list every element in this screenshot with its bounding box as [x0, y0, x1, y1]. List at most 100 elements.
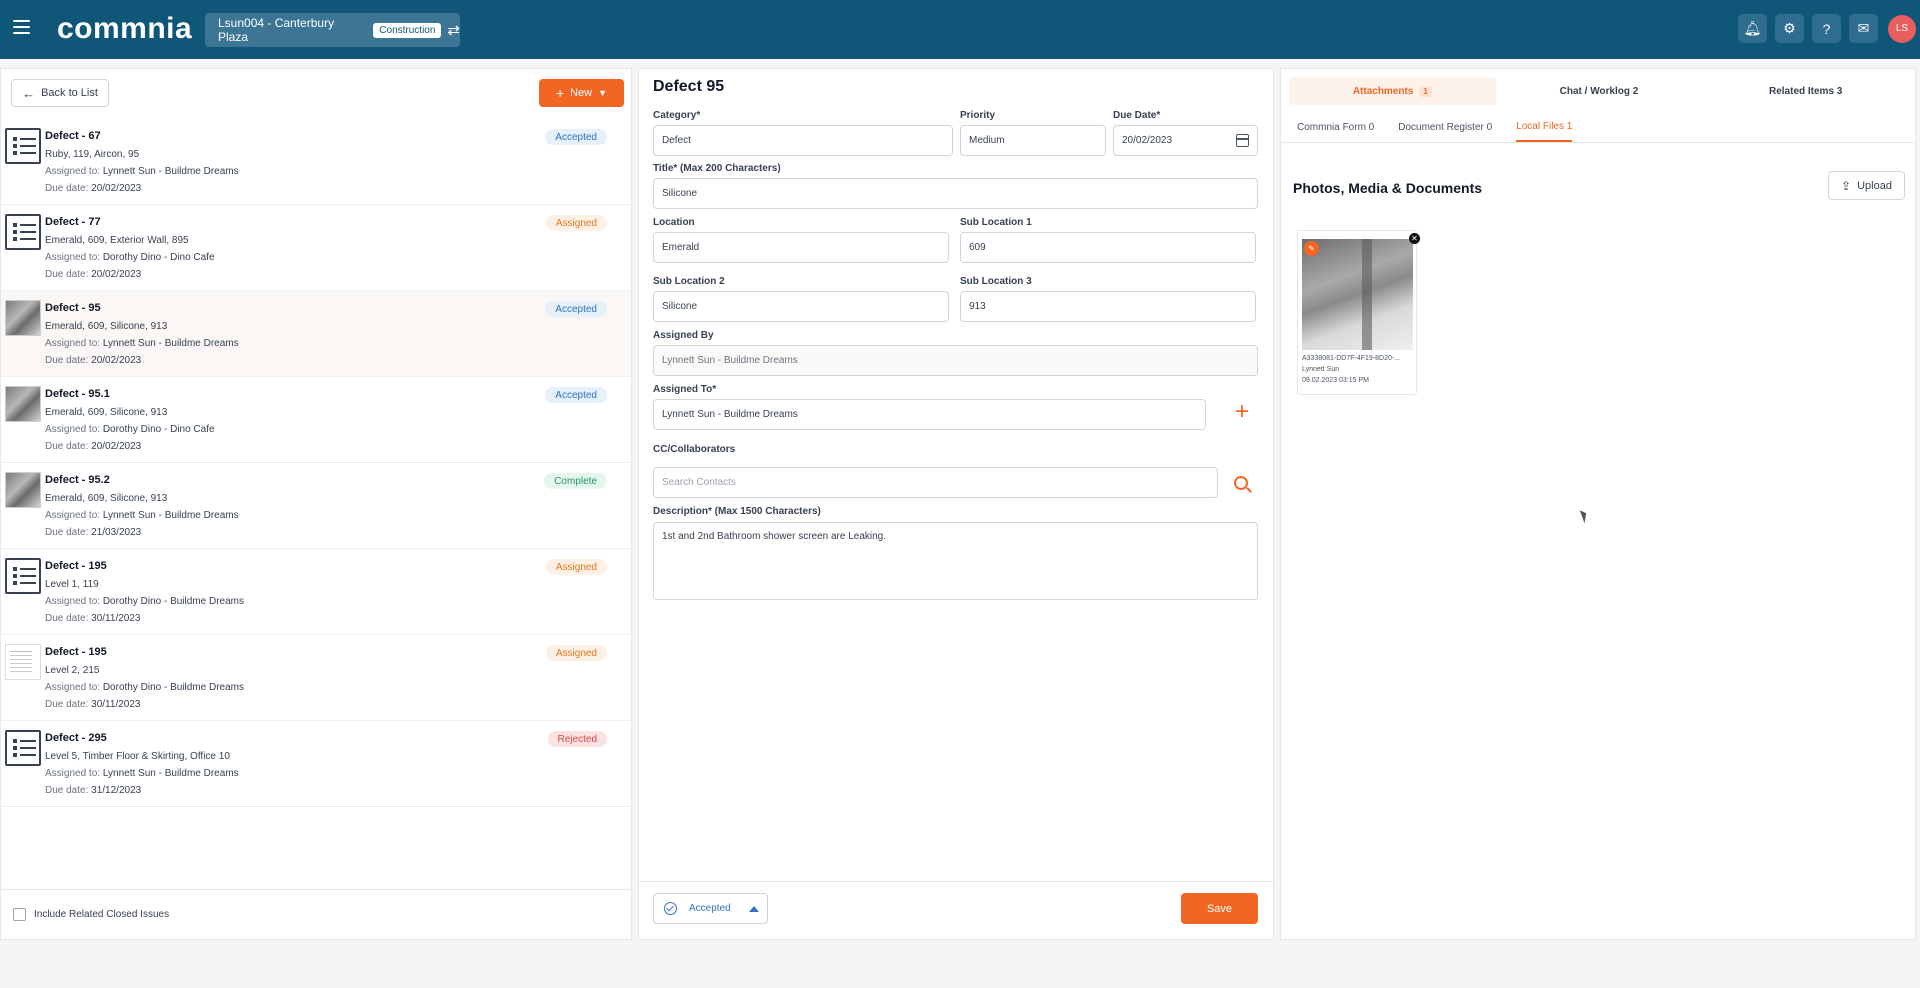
location-select[interactable]: Emerald	[653, 232, 949, 263]
app-header: commnia Lsun004 - Canterbury Plaza Const…	[0, 0, 1920, 59]
calendar-icon[interactable]	[1236, 134, 1249, 147]
issue-row[interactable]: Defect - 195 Level 1, 119 Assigned to: D…	[1, 549, 631, 635]
issue-due: Due date: 30/11/2023	[45, 699, 141, 710]
back-to-list-button[interactable]: ← Back to List	[11, 79, 109, 107]
sub-location-3-select[interactable]: 913	[960, 291, 1256, 322]
sub-location-3-label: Sub Location 3	[960, 276, 1032, 287]
swap-project-icon[interactable]: ⇄	[447, 21, 460, 39]
issue-location: Emerald, 609, Silicone, 913	[45, 321, 168, 332]
detail-tabs: Attachments 1 Chat / Worklog 2 Related I…	[1289, 77, 1909, 105]
form-footer: Accepted Save	[639, 881, 1273, 939]
issue-assigned: Assigned to: Lynnett Sun - Buildme Dream…	[45, 768, 239, 779]
tab-attachments[interactable]: Attachments 1	[1289, 77, 1496, 105]
issue-photo-thumbnail	[5, 472, 41, 508]
status-badge: Accepted	[545, 129, 607, 145]
priority-label: Priority	[960, 110, 996, 121]
status-badge: Complete	[544, 473, 607, 489]
attachments-count-badge: 1	[1419, 85, 1432, 97]
sub-location-1-select[interactable]: 609	[960, 232, 1256, 263]
file-owner: Lynnett Sun	[1302, 366, 1340, 373]
defect-form-panel: Defect 95 Category* Defect Priority Medi…	[638, 68, 1274, 940]
tab-commnia-form[interactable]: Commnia Form 0	[1297, 113, 1374, 142]
hamburger-menu-icon[interactable]	[13, 20, 30, 34]
issue-row-selected[interactable]: Defect - 95 Emerald, 609, Silicone, 913 …	[1, 291, 631, 377]
issue-title: Defect - 95.2	[45, 474, 110, 486]
tab-related-items[interactable]: Related Items 3	[1702, 77, 1909, 105]
issue-assigned: Assigned to: Dorothy Dino - Dino Cafe	[45, 424, 215, 435]
search-contacts-input[interactable]: Search Contacts	[653, 467, 1218, 498]
new-button[interactable]: + New ▼	[539, 79, 624, 107]
category-select[interactable]: Defect	[653, 125, 953, 156]
issue-assigned: Assigned to: Lynnett Sun - Buildme Dream…	[45, 338, 239, 349]
notification-bell-icon[interactable]: 🔔︎	[1738, 14, 1767, 43]
issue-due: Due date: 20/02/2023	[45, 355, 142, 366]
tab-local-files[interactable]: Local Files 1	[1516, 113, 1573, 142]
caret-up-icon	[748, 905, 759, 912]
project-selector[interactable]: Lsun004 - Canterbury Plaza Construction …	[205, 13, 460, 47]
status-dropdown[interactable]: Accepted	[653, 893, 768, 924]
sub-location-2-select[interactable]: Silicone	[653, 291, 949, 322]
issue-row[interactable]: Defect - 77 Emerald, 609, Exterior Wall,…	[1, 205, 631, 291]
issue-due: Due date: 30/11/2023	[45, 613, 141, 624]
chat-icon[interactable]: ✉︎	[1849, 14, 1878, 43]
issue-location: Ruby, 119, Aircon, 95	[45, 149, 140, 160]
status-badge: Rejected	[547, 731, 607, 747]
save-button[interactable]: Save	[1181, 893, 1258, 924]
description-textarea[interactable]: 1st and 2nd Bathroom shower screen are L…	[653, 522, 1258, 600]
issue-location: Emerald, 609, Exterior Wall, 895	[45, 235, 189, 246]
issue-row[interactable]: Defect - 195 Level 2, 215 Assigned to: D…	[1, 635, 631, 721]
title-label: Title* (Max 200 Characters)	[653, 163, 781, 174]
project-name: Lsun004 - Canterbury Plaza	[218, 16, 335, 44]
priority-select[interactable]: Medium	[960, 125, 1106, 156]
assigned-to-label: Assigned To*	[653, 384, 717, 395]
issue-assigned: Assigned to: Lynnett Sun - Buildme Dream…	[45, 166, 239, 177]
issue-list-panel: ← Back to List + New ▼ Defect - 67 Ruby,…	[0, 68, 632, 940]
tab-chat-worklog[interactable]: Chat / Worklog 2	[1496, 77, 1703, 105]
include-closed-checkbox[interactable]	[13, 908, 26, 921]
due-date-field[interactable]: 20/02/2023	[1113, 125, 1258, 156]
issue-due: Due date: 20/02/2023	[45, 441, 142, 452]
issue-row[interactable]: Defect - 95.2 Emerald, 609, Silicone, 91…	[1, 463, 631, 549]
issue-location: Level 5, Timber Floor & Skirting, Office…	[45, 751, 230, 762]
file-image-thumbnail[interactable]	[1302, 239, 1413, 350]
edit-pencil-icon[interactable]: ✎	[1304, 241, 1319, 256]
sub-location-1-label: Sub Location 1	[960, 217, 1032, 228]
user-avatar[interactable]: LS	[1888, 14, 1916, 43]
issue-row[interactable]: Defect - 295 Level 5, Timber Floor & Ski…	[1, 721, 631, 807]
status-badge: Assigned	[545, 215, 607, 231]
add-assignee-icon[interactable]: +	[1235, 398, 1249, 426]
tab-document-register[interactable]: Document Register 0	[1398, 113, 1492, 142]
upload-button[interactable]: ⇪ Upload	[1828, 171, 1905, 200]
close-icon[interactable]: ✕	[1409, 233, 1420, 244]
list-icon	[5, 214, 41, 250]
category-label: Category*	[653, 110, 701, 121]
issue-photo-thumbnail	[5, 386, 41, 422]
list-icon	[5, 730, 41, 766]
settings-gear-icon[interactable]: ⚙︎	[1775, 14, 1804, 43]
status-badge: Assigned	[545, 645, 607, 661]
assigned-by-field: Lynnett Sun - Buildme Dreams	[653, 345, 1258, 376]
issue-assigned: Assigned to: Dorothy Dino - Buildme Drea…	[45, 682, 244, 693]
back-arrow-icon: ←	[22, 85, 36, 101]
issue-photo-thumbnail	[5, 300, 41, 336]
issue-row[interactable]: Defect - 67 Ruby, 119, Aircon, 95 Assign…	[1, 119, 631, 205]
help-icon[interactable]: ?	[1812, 14, 1841, 43]
title-input[interactable]: Silicone	[653, 178, 1258, 209]
status-badge: Accepted	[545, 387, 607, 403]
include-closed-label: Include Related Closed Issues	[34, 909, 170, 920]
commnia-logo[interactable]: commnia	[57, 12, 192, 46]
file-date: 09.02.2023 03:15 PM	[1302, 377, 1369, 384]
file-card[interactable]: ✎ ✕ A3338081-DD7F-4F19-8D20-... Lynnett …	[1297, 230, 1420, 395]
due-date-label: Due Date*	[1113, 110, 1161, 121]
upload-icon: ⇪	[1841, 178, 1852, 193]
file-name: A3338081-DD7F-4F19-8D20-...	[1302, 355, 1401, 362]
section-title: Photos, Media & Documents	[1293, 180, 1483, 196]
chevron-down-icon: ▼	[598, 88, 608, 98]
assigned-to-select[interactable]: Lynnett Sun - Buildme Dreams	[653, 399, 1206, 430]
status-badge: Accepted	[545, 301, 607, 317]
issue-row[interactable]: Defect - 95.1 Emerald, 609, Silicone, 91…	[1, 377, 631, 463]
issue-location: Emerald, 609, Silicone, 913	[45, 407, 168, 418]
location-label: Location	[653, 217, 695, 228]
description-label: Description* (Max 1500 Characters)	[653, 506, 821, 517]
search-icon[interactable]	[1234, 476, 1248, 490]
